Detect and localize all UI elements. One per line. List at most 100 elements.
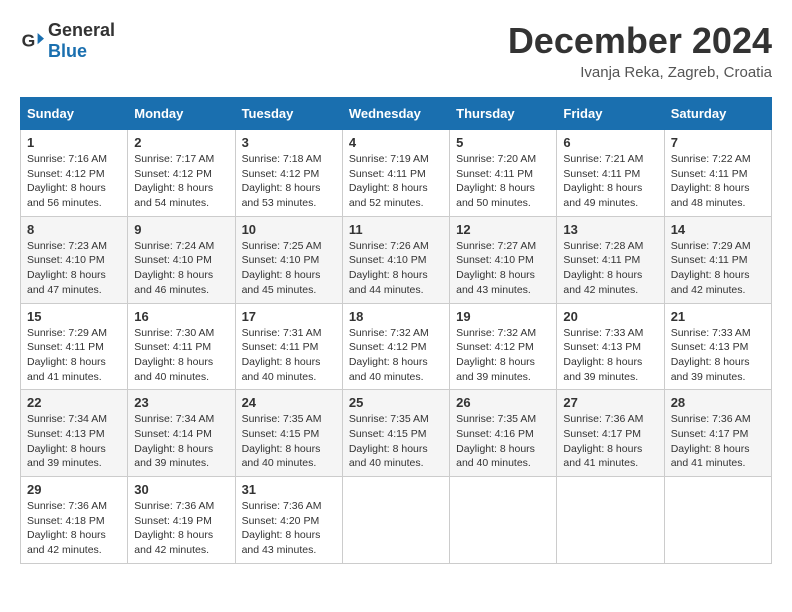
calendar-cell: 17 Sunrise: 7:31 AMSunset: 4:11 PMDaylig… xyxy=(235,303,342,390)
day-info: Sunrise: 7:18 AMSunset: 4:12 PMDaylight:… xyxy=(242,153,322,209)
calendar-header-row: SundayMondayTuesdayWednesdayThursdayFrid… xyxy=(21,98,772,130)
calendar-cell xyxy=(450,477,557,564)
day-number: 10 xyxy=(242,222,336,237)
day-number: 12 xyxy=(456,222,550,237)
column-header-saturday: Saturday xyxy=(664,98,771,130)
day-number: 7 xyxy=(671,135,765,150)
day-info: Sunrise: 7:26 AMSunset: 4:10 PMDaylight:… xyxy=(349,240,429,296)
day-info: Sunrise: 7:32 AMSunset: 4:12 PMDaylight:… xyxy=(349,327,429,383)
column-header-wednesday: Wednesday xyxy=(342,98,449,130)
day-info: Sunrise: 7:17 AMSunset: 4:12 PMDaylight:… xyxy=(134,153,214,209)
day-info: Sunrise: 7:32 AMSunset: 4:12 PMDaylight:… xyxy=(456,327,536,383)
calendar-cell: 12 Sunrise: 7:27 AMSunset: 4:10 PMDaylig… xyxy=(450,216,557,303)
calendar-cell: 6 Sunrise: 7:21 AMSunset: 4:11 PMDayligh… xyxy=(557,130,664,217)
day-info: Sunrise: 7:22 AMSunset: 4:11 PMDaylight:… xyxy=(671,153,751,209)
day-number: 26 xyxy=(456,395,550,410)
column-header-thursday: Thursday xyxy=(450,98,557,130)
column-header-monday: Monday xyxy=(128,98,235,130)
day-number: 4 xyxy=(349,135,443,150)
day-number: 9 xyxy=(134,222,228,237)
day-info: Sunrise: 7:34 AMSunset: 4:14 PMDaylight:… xyxy=(134,413,214,469)
day-number: 29 xyxy=(27,482,121,497)
calendar-cell: 27 Sunrise: 7:36 AMSunset: 4:17 PMDaylig… xyxy=(557,390,664,477)
day-info: Sunrise: 7:19 AMSunset: 4:11 PMDaylight:… xyxy=(349,153,429,209)
calendar-cell: 26 Sunrise: 7:35 AMSunset: 4:16 PMDaylig… xyxy=(450,390,557,477)
day-info: Sunrise: 7:25 AMSunset: 4:10 PMDaylight:… xyxy=(242,240,322,296)
day-number: 11 xyxy=(349,222,443,237)
day-info: Sunrise: 7:36 AMSunset: 4:19 PMDaylight:… xyxy=(134,500,214,556)
calendar-cell: 10 Sunrise: 7:25 AMSunset: 4:10 PMDaylig… xyxy=(235,216,342,303)
logo-general: General xyxy=(48,20,115,40)
day-info: Sunrise: 7:23 AMSunset: 4:10 PMDaylight:… xyxy=(27,240,107,296)
calendar-cell: 28 Sunrise: 7:36 AMSunset: 4:17 PMDaylig… xyxy=(664,390,771,477)
day-number: 8 xyxy=(27,222,121,237)
calendar-week-5: 29 Sunrise: 7:36 AMSunset: 4:18 PMDaylig… xyxy=(21,477,772,564)
calendar-table: SundayMondayTuesdayWednesdayThursdayFrid… xyxy=(20,97,772,564)
calendar-cell: 21 Sunrise: 7:33 AMSunset: 4:13 PMDaylig… xyxy=(664,303,771,390)
month-title: December 2024 xyxy=(508,20,772,62)
day-number: 1 xyxy=(27,135,121,150)
calendar-week-2: 8 Sunrise: 7:23 AMSunset: 4:10 PMDayligh… xyxy=(21,216,772,303)
logo-blue: Blue xyxy=(48,41,87,61)
day-info: Sunrise: 7:31 AMSunset: 4:11 PMDaylight:… xyxy=(242,327,322,383)
calendar-cell: 20 Sunrise: 7:33 AMSunset: 4:13 PMDaylig… xyxy=(557,303,664,390)
day-number: 6 xyxy=(563,135,657,150)
calendar-cell: 5 Sunrise: 7:20 AMSunset: 4:11 PMDayligh… xyxy=(450,130,557,217)
day-info: Sunrise: 7:33 AMSunset: 4:13 PMDaylight:… xyxy=(671,327,751,383)
day-info: Sunrise: 7:36 AMSunset: 4:17 PMDaylight:… xyxy=(671,413,751,469)
day-number: 21 xyxy=(671,309,765,324)
day-info: Sunrise: 7:36 AMSunset: 4:20 PMDaylight:… xyxy=(242,500,322,556)
day-info: Sunrise: 7:29 AMSunset: 4:11 PMDaylight:… xyxy=(671,240,751,296)
day-info: Sunrise: 7:24 AMSunset: 4:10 PMDaylight:… xyxy=(134,240,214,296)
calendar-cell: 22 Sunrise: 7:34 AMSunset: 4:13 PMDaylig… xyxy=(21,390,128,477)
day-number: 27 xyxy=(563,395,657,410)
day-info: Sunrise: 7:35 AMSunset: 4:15 PMDaylight:… xyxy=(242,413,322,469)
calendar-cell: 3 Sunrise: 7:18 AMSunset: 4:12 PMDayligh… xyxy=(235,130,342,217)
calendar-cell: 16 Sunrise: 7:30 AMSunset: 4:11 PMDaylig… xyxy=(128,303,235,390)
day-number: 15 xyxy=(27,309,121,324)
calendar-cell: 18 Sunrise: 7:32 AMSunset: 4:12 PMDaylig… xyxy=(342,303,449,390)
day-info: Sunrise: 7:33 AMSunset: 4:13 PMDaylight:… xyxy=(563,327,643,383)
calendar-week-1: 1 Sunrise: 7:16 AMSunset: 4:12 PMDayligh… xyxy=(21,130,772,217)
day-number: 31 xyxy=(242,482,336,497)
day-number: 23 xyxy=(134,395,228,410)
calendar-cell xyxy=(664,477,771,564)
day-info: Sunrise: 7:34 AMSunset: 4:13 PMDaylight:… xyxy=(27,413,107,469)
title-area: December 2024 Ivanja Reka, Zagreb, Croat… xyxy=(508,20,772,81)
calendar-cell: 30 Sunrise: 7:36 AMSunset: 4:19 PMDaylig… xyxy=(128,477,235,564)
day-number: 13 xyxy=(563,222,657,237)
day-info: Sunrise: 7:28 AMSunset: 4:11 PMDaylight:… xyxy=(563,240,643,296)
day-number: 24 xyxy=(242,395,336,410)
calendar-cell xyxy=(342,477,449,564)
calendar-week-3: 15 Sunrise: 7:29 AMSunset: 4:11 PMDaylig… xyxy=(21,303,772,390)
calendar-cell: 15 Sunrise: 7:29 AMSunset: 4:11 PMDaylig… xyxy=(21,303,128,390)
page-header: G General Blue December 2024 Ivanja Reka… xyxy=(20,20,772,81)
day-info: Sunrise: 7:35 AMSunset: 4:16 PMDaylight:… xyxy=(456,413,536,469)
calendar-cell: 23 Sunrise: 7:34 AMSunset: 4:14 PMDaylig… xyxy=(128,390,235,477)
calendar-cell: 24 Sunrise: 7:35 AMSunset: 4:15 PMDaylig… xyxy=(235,390,342,477)
column-header-friday: Friday xyxy=(557,98,664,130)
day-number: 20 xyxy=(563,309,657,324)
calendar-cell: 11 Sunrise: 7:26 AMSunset: 4:10 PMDaylig… xyxy=(342,216,449,303)
calendar-cell: 2 Sunrise: 7:17 AMSunset: 4:12 PMDayligh… xyxy=(128,130,235,217)
day-info: Sunrise: 7:27 AMSunset: 4:10 PMDaylight:… xyxy=(456,240,536,296)
calendar-cell: 13 Sunrise: 7:28 AMSunset: 4:11 PMDaylig… xyxy=(557,216,664,303)
calendar-cell: 25 Sunrise: 7:35 AMSunset: 4:15 PMDaylig… xyxy=(342,390,449,477)
day-number: 5 xyxy=(456,135,550,150)
day-info: Sunrise: 7:21 AMSunset: 4:11 PMDaylight:… xyxy=(563,153,643,209)
day-number: 14 xyxy=(671,222,765,237)
column-header-tuesday: Tuesday xyxy=(235,98,342,130)
calendar-cell: 19 Sunrise: 7:32 AMSunset: 4:12 PMDaylig… xyxy=(450,303,557,390)
day-number: 30 xyxy=(134,482,228,497)
calendar-cell: 14 Sunrise: 7:29 AMSunset: 4:11 PMDaylig… xyxy=(664,216,771,303)
day-info: Sunrise: 7:29 AMSunset: 4:11 PMDaylight:… xyxy=(27,327,107,383)
column-header-sunday: Sunday xyxy=(21,98,128,130)
day-number: 16 xyxy=(134,309,228,324)
calendar-cell: 8 Sunrise: 7:23 AMSunset: 4:10 PMDayligh… xyxy=(21,216,128,303)
calendar-cell: 7 Sunrise: 7:22 AMSunset: 4:11 PMDayligh… xyxy=(664,130,771,217)
calendar-cell: 31 Sunrise: 7:36 AMSunset: 4:20 PMDaylig… xyxy=(235,477,342,564)
day-number: 18 xyxy=(349,309,443,324)
day-number: 19 xyxy=(456,309,550,324)
calendar-week-4: 22 Sunrise: 7:34 AMSunset: 4:13 PMDaylig… xyxy=(21,390,772,477)
calendar-cell: 9 Sunrise: 7:24 AMSunset: 4:10 PMDayligh… xyxy=(128,216,235,303)
